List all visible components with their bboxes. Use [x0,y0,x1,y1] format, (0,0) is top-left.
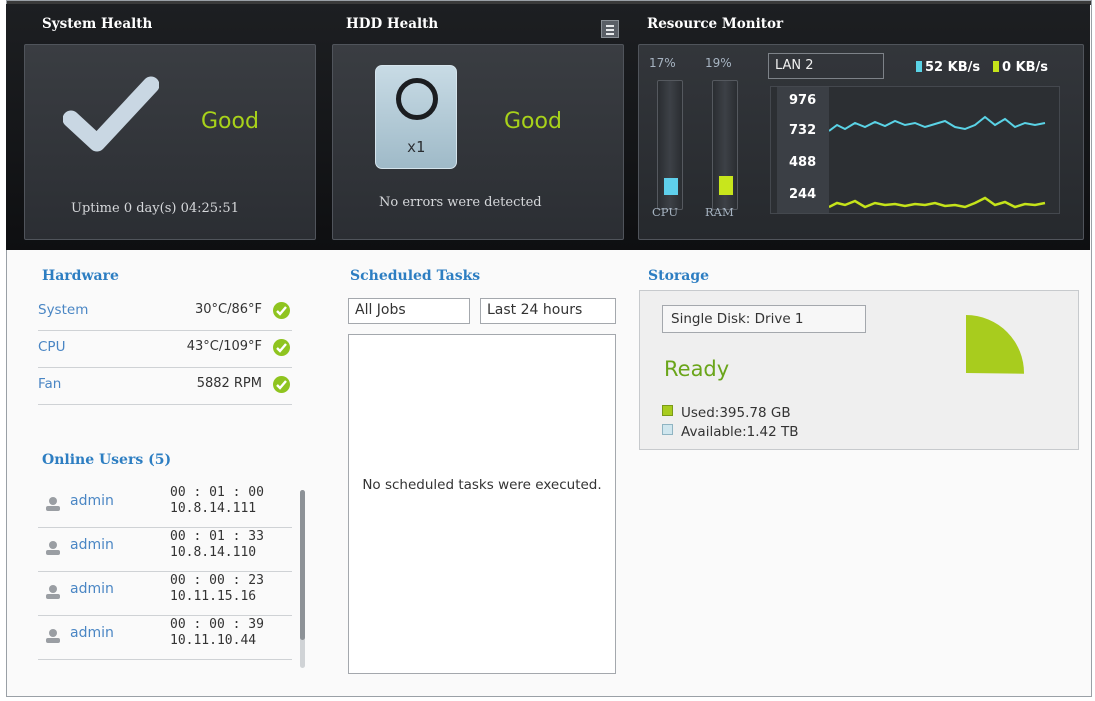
upload-arrow-icon [916,61,922,72]
upload-line [829,115,1046,132]
user-name: admin [70,493,114,509]
hdd-drive-icon: x1 [375,65,457,169]
storage-pie-chart [966,315,1025,374]
user-time: 00 : 01 : 33 [170,529,264,544]
hardware-value: 30°C/86°F [194,302,262,317]
user-session: 00 : 00 : 23 10.11.15.16 [170,573,264,605]
hdd-health-status: Good [504,109,562,134]
resource-monitor-title: Resource Monitor [647,16,784,32]
available-swatch [662,424,673,435]
user-name: admin [70,581,114,597]
user-session: 00 : 01 : 00 10.8.14.111 [170,485,264,517]
user-time: 00 : 00 : 39 [170,617,264,632]
hardware-label: System [38,302,89,318]
users-scrollbar[interactable] [300,490,305,668]
user-ip: 10.11.15.16 [170,589,257,604]
network-graph: 976 732 488 244 [770,86,1060,214]
user-icon [46,629,60,643]
ram-label: RAM [705,205,734,219]
y-tick: 732 [789,123,817,138]
cpu-meter [657,80,683,210]
upload-rate: 52 KB/s [916,60,980,75]
user-icon [46,585,60,599]
tasks-list: No scheduled tasks were executed. [348,334,616,674]
y-tick: 244 [789,187,817,202]
legend-available: Available:1.42 TB [662,424,799,440]
download-line [829,196,1046,209]
user-ip: 10.11.10.44 [170,633,257,648]
download-arrow-icon [993,61,999,72]
user-name: admin [70,625,114,641]
hardware-row-cpu: CPU 43°C/109°F [38,331,292,368]
download-rate: 0 KB/s [993,60,1048,75]
lan-select[interactable]: LAN 2 [768,53,884,79]
system-health-status: Good [201,109,259,134]
online-users-title: Online Users (5) [42,452,172,468]
storage-status: Ready [664,357,730,381]
hdd-health-panel[interactable]: x1 Good No errors were detected [332,44,624,240]
scrollbar-thumb[interactable] [300,490,305,640]
ram-percent: 19% [705,56,732,70]
system-health-panel[interactable]: Good Uptime 0 day(s) 04:25:51 [24,44,316,240]
hardware-row-system: System 30°C/86°F [38,294,292,331]
ok-check-icon [273,302,290,319]
cpu-percent: 17% [649,56,676,70]
used-swatch [662,405,673,416]
hardware-value: 43°C/109°F [186,339,262,354]
ok-check-icon [273,376,290,393]
job-filter-select[interactable]: All Jobs [348,298,470,324]
checkmark-icon [63,75,159,155]
uptime-text: Uptime 0 day(s) 04:25:51 [71,201,239,216]
hardware-title: Hardware [42,268,119,284]
user-name: admin [70,537,114,553]
graph-axis: 976 732 488 244 [777,87,829,213]
user-session: 00 : 01 : 33 10.8.14.110 [170,529,264,561]
ram-meter [712,80,738,210]
ok-check-icon [273,339,290,356]
list-view-icon[interactable] [601,20,619,38]
user-ip: 10.8.14.110 [170,545,257,560]
network-lines [829,115,1046,209]
time-filter-select[interactable]: Last 24 hours [480,298,616,324]
user-row[interactable]: admin 00 : 01 : 33 10.8.14.110 [38,527,292,572]
hardware-row-fan: Fan 5882 RPM [38,368,292,405]
hardware-label: Fan [38,376,62,392]
storage-title: Storage [648,268,710,284]
user-time: 00 : 01 : 00 [170,485,264,500]
user-row[interactable]: admin 00 : 00 : 23 10.11.15.16 [38,571,292,616]
used-slice [966,315,1025,374]
ram-meter-fill [719,176,733,195]
user-ip: 10.8.14.111 [170,501,257,516]
storage-panel: Single Disk: Drive 1 Ready Used:395.78 G… [639,290,1079,450]
hdd-count: x1 [406,138,426,156]
user-time: 00 : 00 : 23 [170,573,264,588]
hdd-health-title: HDD Health [346,16,439,32]
user-icon [46,497,60,511]
scheduled-tasks-title: Scheduled Tasks [350,268,481,284]
empty-tasks-message: No scheduled tasks were executed. [362,477,602,493]
download-rate-value: 0 KB/s [1002,60,1049,75]
user-session: 00 : 00 : 39 10.11.10.44 [170,617,264,649]
hardware-label: CPU [38,339,66,355]
hdd-message: No errors were detected [379,195,542,210]
y-tick: 488 [789,155,817,170]
user-icon [46,541,60,555]
disk-select[interactable]: Single Disk: Drive 1 [662,305,866,333]
cpu-label: CPU [652,205,679,219]
system-health-title: System Health [42,16,153,32]
used-text: Used:395.78 GB [681,405,791,421]
user-row[interactable]: admin 00 : 00 : 39 10.11.10.44 [38,615,292,660]
hardware-value: 5882 RPM [196,376,262,391]
cpu-meter-fill [664,178,678,195]
upload-rate-value: 52 KB/s [925,60,981,75]
disk-ring-icon [396,78,438,120]
user-row[interactable]: admin 00 : 01 : 00 10.8.14.111 [38,483,292,528]
y-tick: 976 [789,93,817,108]
legend-used: Used:395.78 GB [662,405,791,421]
available-text: Available:1.42 TB [681,424,799,440]
